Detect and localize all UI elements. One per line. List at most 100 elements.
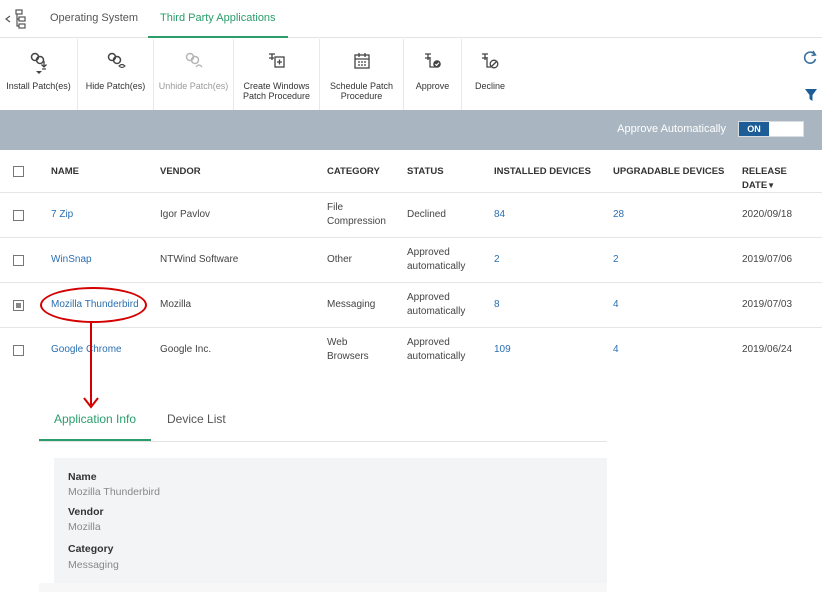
app-name-link[interactable]: 7 Zip	[51, 208, 73, 222]
chevron-down-icon[interactable]	[36, 71, 42, 75]
release-date-cell: 2019/07/03	[742, 299, 793, 310]
vendor-cell: Mozilla	[160, 299, 192, 310]
category-cell: Messaging	[327, 299, 376, 310]
status-line2: automatically	[407, 306, 466, 317]
table-row[interactable]: 7 Zip Igor Pavlov File Compression Declin…	[0, 193, 822, 238]
install-patch-icon	[30, 52, 47, 70]
installed-devices-link[interactable]: 84	[494, 208, 505, 222]
patch-toolbar: Install Patch(es) Hide Patch(es) Unhide …	[0, 39, 822, 110]
approve-automatically-toggle[interactable]: ON	[738, 121, 804, 137]
hide-patch-icon	[107, 52, 126, 69]
schedule-procedure-label: Schedule Patch Procedure	[320, 81, 403, 101]
top-tab-bar: Operating System Third Party Application…	[0, 0, 822, 38]
vendor-field-label: Vendor	[68, 506, 104, 518]
vendor-cell: NTWind Software	[160, 254, 239, 265]
select-all-checkbox[interactable]	[13, 166, 24, 177]
tree-view-icon[interactable]	[4, 8, 28, 30]
release-date-cell: 2020/09/18	[742, 209, 793, 220]
sort-descending-icon: ▼	[767, 181, 776, 190]
category-cell: Other	[327, 254, 353, 265]
name-field-label: Name	[68, 471, 97, 483]
detail-tabs-divider	[39, 441, 607, 442]
row-checkbox[interactable]	[13, 300, 24, 311]
release-date-cell: 2019/06/24	[742, 344, 793, 355]
category-field-label: Category	[68, 543, 114, 555]
annotation-arrow-down-icon	[83, 397, 99, 409]
active-tab-indicator	[148, 36, 288, 38]
install-patches-button[interactable]: Install Patch(es)	[0, 39, 78, 110]
upgradable-devices-link[interactable]: 4	[613, 298, 619, 312]
row-checkbox[interactable]	[13, 255, 24, 266]
vendor-field-value: Mozilla	[68, 521, 101, 533]
upgradable-devices-link[interactable]: 4	[613, 343, 619, 357]
column-header-vendor[interactable]: VENDOR	[160, 165, 201, 179]
release-date-cell: 2019/07/06	[742, 254, 793, 265]
toggle-on-label: ON	[739, 122, 769, 136]
category-line1: File	[327, 202, 344, 213]
create-windows-patch-procedure-button[interactable]: Create Windows Patch Procedure	[234, 39, 320, 110]
category-line2: Compression	[327, 216, 386, 227]
table-row[interactable]: Google Chrome Google Inc. Web Browsers Ap…	[0, 328, 822, 362]
decline-label: Decline	[474, 81, 505, 91]
unhide-patches-label: Unhide Patch(es)	[158, 81, 229, 91]
active-detail-tab-indicator	[39, 439, 151, 441]
status-cell: Approved automatically	[407, 336, 465, 362]
table-header-row: NAME VENDOR CATEGORY STATUS INSTALLED DE…	[0, 150, 822, 193]
calendar-icon	[353, 53, 370, 69]
unhide-patch-icon	[185, 52, 202, 68]
upgradable-devices-link[interactable]: 28	[613, 208, 624, 222]
unhide-patches-button[interactable]: Unhide Patch(es)	[154, 39, 234, 110]
tab-operating-system[interactable]: Operating System	[50, 12, 138, 24]
install-patches-label: Install Patch(es)	[6, 81, 71, 91]
upgradable-devices-link[interactable]: 2	[613, 253, 619, 267]
decline-icon	[482, 53, 499, 69]
status-line1: Approved	[407, 292, 450, 303]
panel-bottom-strip	[39, 583, 607, 592]
row-checkbox[interactable]	[13, 210, 24, 221]
name-field-value: Mozilla Thunderbird	[68, 486, 161, 498]
column-header-status[interactable]: STATUS	[407, 165, 444, 179]
approve-automatically-label: Approve Automatically	[617, 123, 726, 135]
app-name-link[interactable]: Google Chrome	[51, 343, 122, 357]
status-line2: automatically	[407, 261, 466, 272]
installed-devices-link[interactable]: 109	[494, 343, 511, 357]
app-name-link[interactable]: WinSnap	[51, 253, 92, 267]
hide-patches-label: Hide Patch(es)	[85, 81, 146, 91]
status-line1: Approved	[407, 247, 450, 258]
hide-patches-button[interactable]: Hide Patch(es)	[78, 39, 154, 110]
column-header-name[interactable]: NAME	[51, 165, 79, 179]
refresh-icon[interactable]	[802, 49, 818, 65]
tab-application-info[interactable]: Application Info	[54, 412, 136, 426]
column-header-installed-devices[interactable]: INSTALLED DEVICES	[494, 165, 591, 179]
approve-icon	[424, 53, 441, 68]
column-header-upgradable-devices[interactable]: UPGRADABLE DEVICES	[613, 165, 724, 179]
row-checkbox[interactable]	[13, 345, 24, 356]
create-procedure-icon	[268, 53, 285, 68]
installed-devices-link[interactable]: 2	[494, 253, 500, 267]
approve-automatically-bar: Approve Automatically	[0, 110, 822, 150]
tab-third-party-applications[interactable]: Third Party Applications	[160, 12, 276, 24]
approve-button[interactable]: Approve	[404, 39, 462, 110]
create-procedure-label: Create Windows Patch Procedure	[234, 81, 319, 101]
table-row[interactable]: WinSnap NTWind Software Other Approved au…	[0, 238, 822, 283]
status-line2: automatically	[407, 351, 466, 362]
category-line1: Web	[327, 337, 348, 348]
category-cell: Web Browsers	[327, 336, 369, 362]
column-header-release-date[interactable]: RELEASE DATE▼	[742, 165, 822, 193]
filter-icon[interactable]	[804, 88, 818, 102]
annotation-arrow-line	[90, 323, 92, 405]
release-date-header-label: RELEASE DATE	[742, 166, 787, 191]
installed-devices-link[interactable]: 8	[494, 298, 500, 312]
status-cell: Approved automatically	[407, 246, 465, 274]
create-procedure-label-line1: Create Windows	[243, 81, 310, 91]
status-line1: Approved	[407, 337, 450, 348]
category-field-value: Messaging	[68, 559, 119, 571]
application-info-panel: Name Mozilla Thunderbird Vendor Mozilla …	[54, 458, 607, 583]
schedule-patch-procedure-button[interactable]: Schedule Patch Procedure	[320, 39, 404, 110]
vendor-cell: Igor Pavlov	[160, 209, 211, 220]
status-cell: Declined	[407, 209, 446, 220]
category-cell: File Compression	[327, 201, 386, 229]
decline-button[interactable]: Decline	[462, 39, 518, 110]
tab-device-list[interactable]: Device List	[167, 412, 226, 426]
column-header-category[interactable]: CATEGORY	[327, 165, 380, 179]
